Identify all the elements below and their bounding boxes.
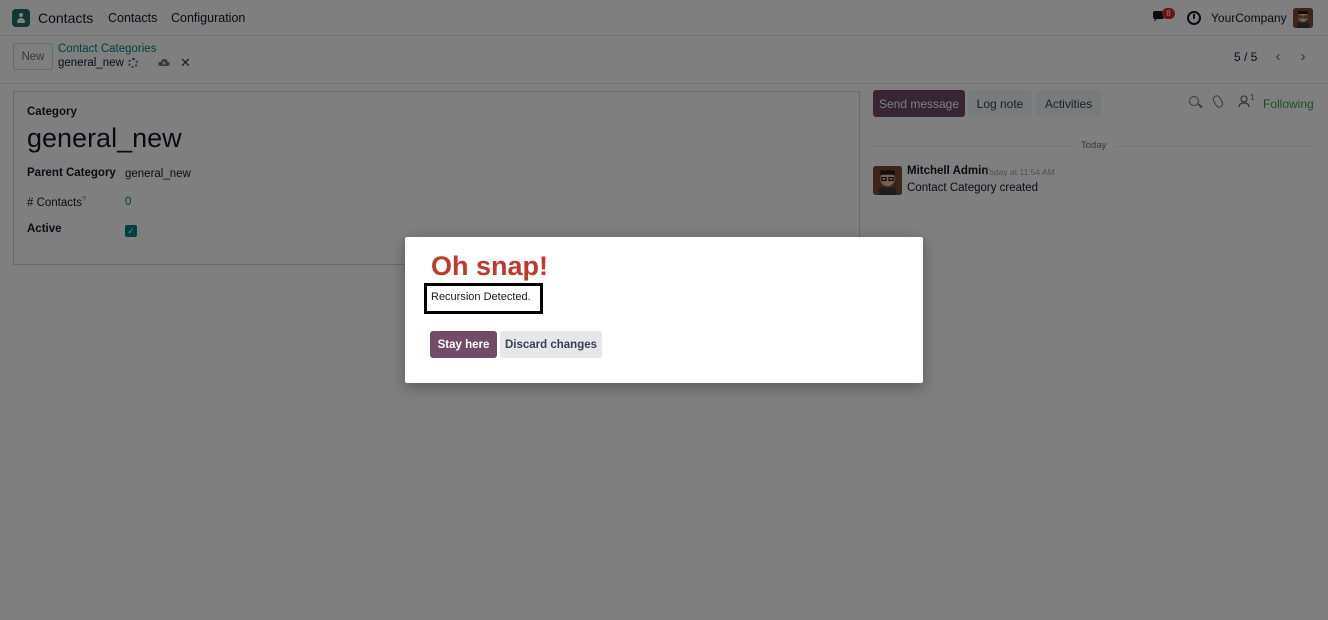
discard-changes-button[interactable]: Discard changes bbox=[500, 331, 602, 358]
dialog-title: Oh snap! bbox=[431, 251, 549, 281]
error-dialog: Oh snap! Recursion Detected. Stay here D… bbox=[405, 237, 923, 383]
dialog-message: Recursion Detected. bbox=[424, 283, 543, 314]
stay-here-button[interactable]: Stay here bbox=[430, 331, 497, 358]
